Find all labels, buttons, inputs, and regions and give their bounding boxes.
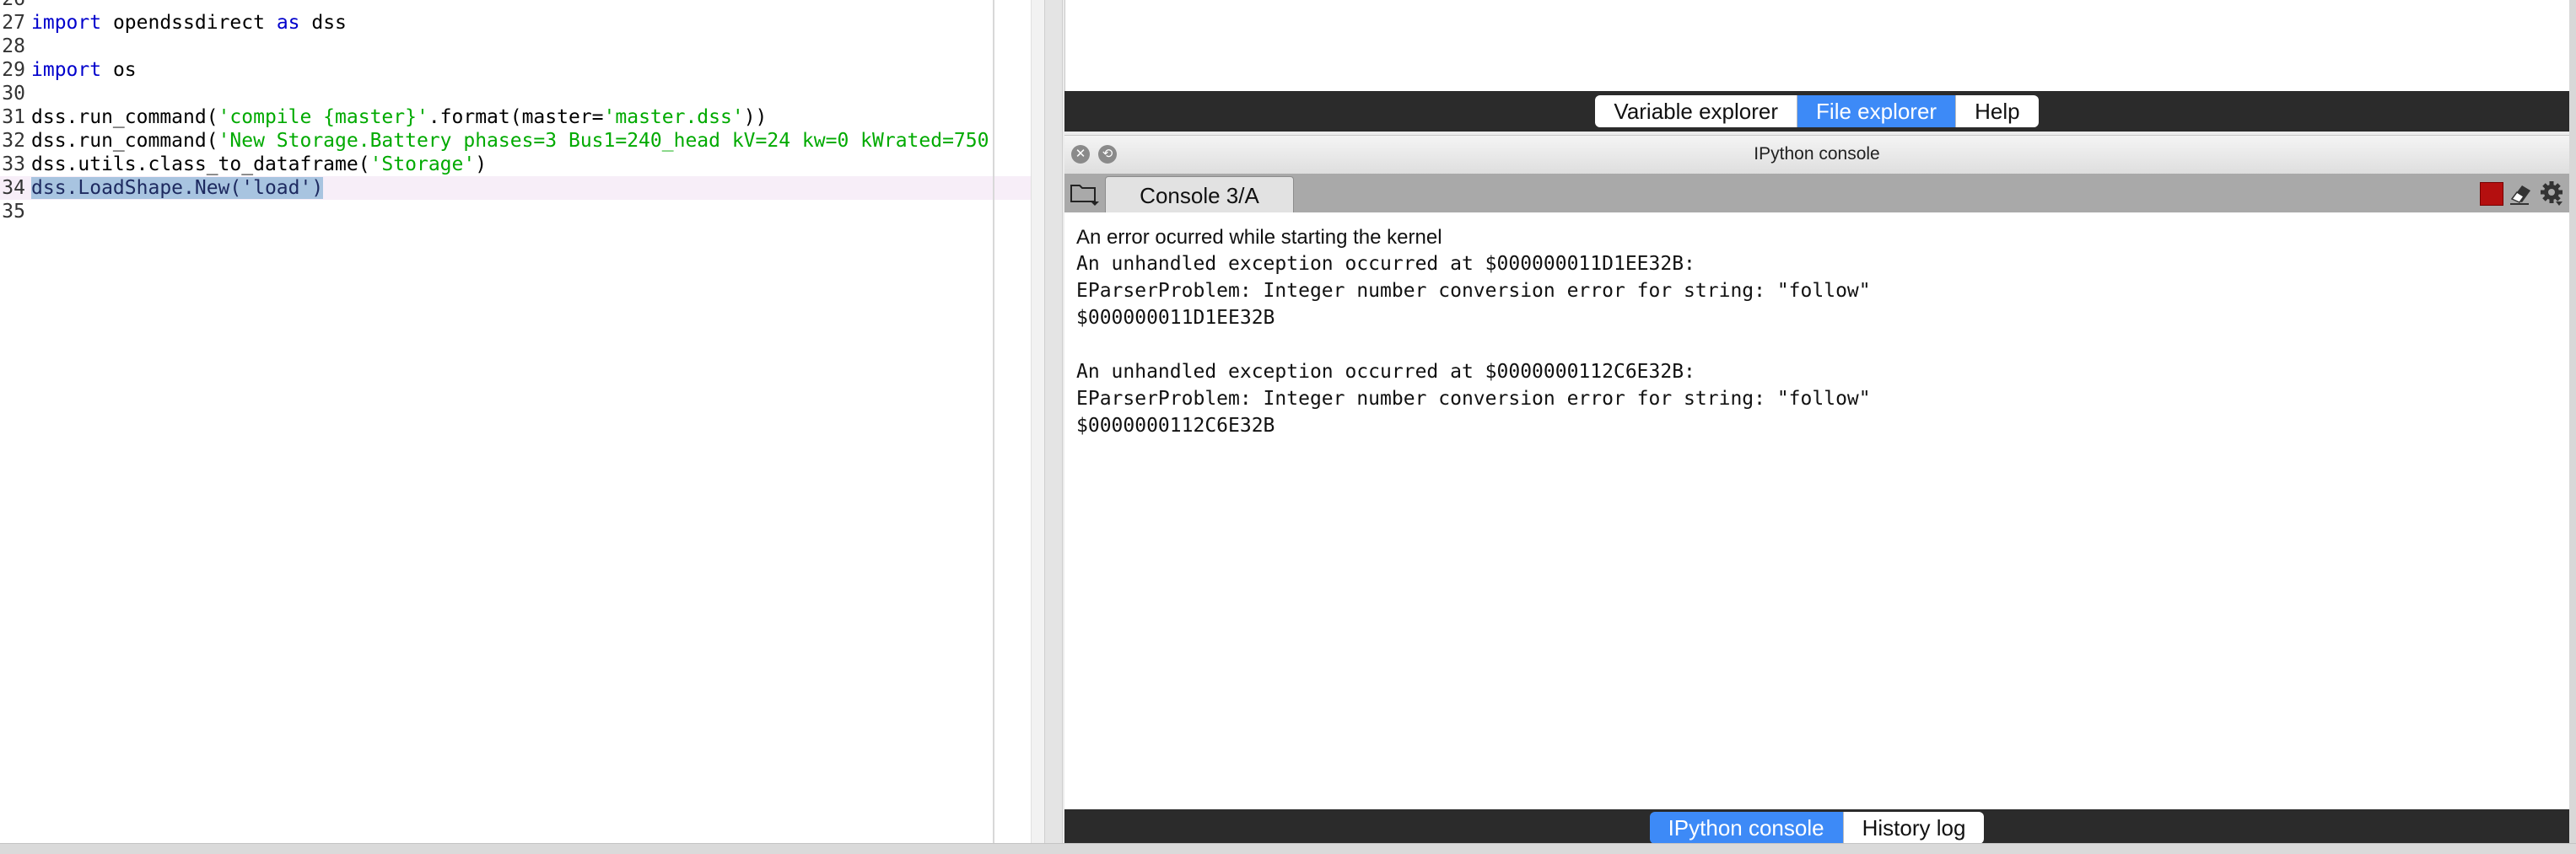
file-explorer-pane [1064, 0, 2570, 91]
code-line[interactable]: 26 [0, 0, 1031, 11]
code-token: dss.utils.class_to_dataframe( [31, 153, 370, 175]
pane-splitter[interactable] [1044, 0, 1063, 843]
tab-help[interactable]: Help [1955, 95, 2039, 127]
string-token: 'compile {master}' [218, 106, 428, 128]
line-number: 26 [0, 0, 25, 11]
selected-text: ) [311, 177, 324, 199]
stop-kernel-icon[interactable] [2480, 182, 2503, 206]
window-right-edge [2569, 0, 2576, 843]
code-token: opendssdirect [101, 12, 277, 34]
code-token: os [101, 59, 137, 81]
keyword-token: import [31, 12, 102, 34]
tab-file-explorer[interactable]: File explorer [1797, 95, 1956, 127]
line-number: 29 [2, 59, 25, 81]
keyword-token: import [31, 59, 102, 81]
code-line[interactable]: 33 dss.utils.class_to_dataframe('Storage'… [0, 153, 1031, 176]
line-number: 31 [2, 106, 25, 128]
line-number: 35 [2, 201, 25, 223]
code-text: dss.LoadShape.New('load') [31, 176, 324, 200]
console-title: IPython console [1754, 144, 1880, 164]
code-line[interactable]: 34 dss.LoadShape.New('load') [0, 176, 1031, 200]
line-number: 34 [2, 177, 25, 199]
code-line[interactable]: 32 dss.run_command('New Storage.Battery p… [0, 129, 1031, 153]
console-toolbar: Console 3/A [1064, 174, 2569, 212]
keyword-token: as [276, 12, 300, 34]
console-line: EParserProblem: Integer number conversio… [1076, 388, 1871, 410]
line-number: 27 [2, 12, 25, 34]
code-token: dss.run_command( [31, 130, 218, 152]
line-number: 32 [2, 130, 25, 152]
console-line: An unhandled exception occurred at $0000… [1076, 253, 1695, 275]
code-line[interactable]: 29 import os [0, 58, 1031, 82]
line-number: 28 [2, 35, 25, 57]
code-token: ) [475, 153, 488, 175]
code-editor[interactable]: 2627 import opendssdirect as dss 2829 impor… [0, 0, 1044, 843]
code-text: dss.run_command('compile {master}'.forma… [31, 105, 767, 129]
line-number: 30 [2, 83, 25, 105]
console-line: An error ocurred while starting the kern… [1076, 226, 1442, 249]
string-token: 'Storage' [369, 153, 476, 175]
folder-menu-icon[interactable] [1068, 179, 1102, 207]
code-token: dss.run_command( [31, 106, 218, 128]
code-token: .format(master= [428, 106, 604, 128]
tab-ipython-console[interactable]: IPython console [1649, 812, 1843, 844]
selected-text: dss.LoadShape.New( [31, 177, 242, 199]
gear-icon[interactable] [2539, 180, 2564, 207]
code-line[interactable]: 35 [0, 200, 1031, 223]
console-line: $0000000112C6E32B [1076, 415, 1275, 437]
code-line[interactable]: 31 dss.run_command('compile {master}'.for… [0, 105, 1031, 129]
code-text: import os [31, 58, 137, 82]
code-text: import opendssdirect as dss [31, 11, 347, 35]
console-line: $000000011D1EE32B [1076, 307, 1275, 329]
bottom-pane-tabs: IPython console History log [1064, 809, 2569, 846]
console-header: ✕ ⟲ IPython console [1064, 135, 2569, 175]
top-pane-tabs: Variable explorer File explorer Help [1064, 91, 2569, 132]
console-output[interactable]: An error ocurred while starting the kern… [1064, 212, 2569, 809]
tab-variable-explorer[interactable]: Variable explorer [1595, 95, 1797, 127]
status-bar [0, 843, 2576, 854]
code-text: dss.utils.class_to_dataframe('Storage') [31, 153, 487, 176]
string-token: 'New Storage.Battery phases=3 Bus1=240_h… [218, 130, 989, 152]
code-token: dss [299, 12, 347, 34]
code-line[interactable]: 28 [0, 35, 1031, 58]
code-line[interactable]: 27 import opendssdirect as dss [0, 11, 1031, 35]
tab-history-log[interactable]: History log [1842, 812, 1985, 844]
console-tab[interactable]: Console 3/A [1105, 176, 1294, 212]
code-line[interactable]: 30 [0, 82, 1031, 105]
editor-scrollbar[interactable] [1031, 0, 1044, 843]
edge-line [993, 0, 994, 843]
clear-console-icon[interactable] [2507, 180, 2534, 206]
string-token: 'master.dss' [603, 106, 744, 128]
console-line: An unhandled exception occurred at $0000… [1076, 361, 1695, 383]
code-token: )) [743, 106, 768, 128]
code-text: dss.run_command('New Storage.Battery pha… [31, 129, 989, 153]
line-number: 33 [2, 153, 25, 175]
console-line: EParserProblem: Integer number conversio… [1076, 280, 1871, 302]
selected-text: 'load' [241, 177, 312, 199]
